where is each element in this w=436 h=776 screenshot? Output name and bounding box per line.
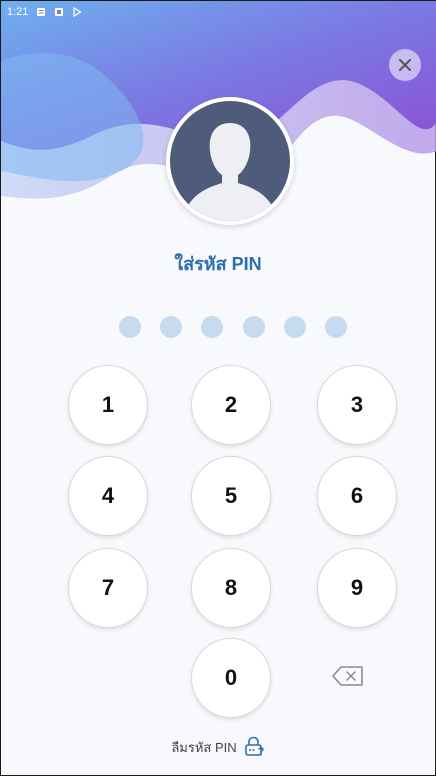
key-2[interactable]: 2	[191, 365, 271, 445]
key-9[interactable]: 9	[317, 548, 397, 628]
avatar	[166, 97, 294, 225]
lock-help-icon	[244, 736, 264, 756]
key-7[interactable]: 7	[68, 548, 148, 628]
key-0[interactable]: 0	[191, 638, 271, 718]
pin-indicator	[119, 316, 347, 338]
pin-dot	[160, 316, 183, 338]
pin-dot	[201, 316, 224, 338]
key-5[interactable]: 5	[191, 456, 271, 536]
forgot-pin-link[interactable]: ลืมรหัส PIN	[1, 736, 435, 758]
pin-dot	[283, 316, 306, 338]
key-8[interactable]: 8	[191, 548, 271, 628]
status-bar: 1:21	[1, 1, 436, 23]
forgot-pin-label: ลืมรหัส PIN	[171, 739, 237, 755]
key-1[interactable]: 1	[68, 365, 148, 445]
key-3[interactable]: 3	[317, 365, 397, 445]
user-silhouette-icon	[170, 101, 290, 221]
status-time: 1:21	[7, 6, 29, 18]
backspace-icon	[332, 666, 363, 686]
key-4[interactable]: 4	[68, 456, 148, 536]
play-store-icon	[73, 7, 83, 17]
pin-dot	[324, 316, 347, 338]
pin-dot	[119, 316, 141, 338]
close-icon	[399, 59, 411, 71]
backspace-button[interactable]	[331, 663, 365, 689]
notification-icon	[37, 8, 46, 16]
key-6[interactable]: 6	[317, 456, 397, 536]
notification-icon	[55, 8, 64, 16]
pin-dot	[242, 316, 265, 338]
page-title: ใส่รหัส PIN	[174, 254, 262, 274]
close-button[interactable]	[389, 49, 421, 81]
